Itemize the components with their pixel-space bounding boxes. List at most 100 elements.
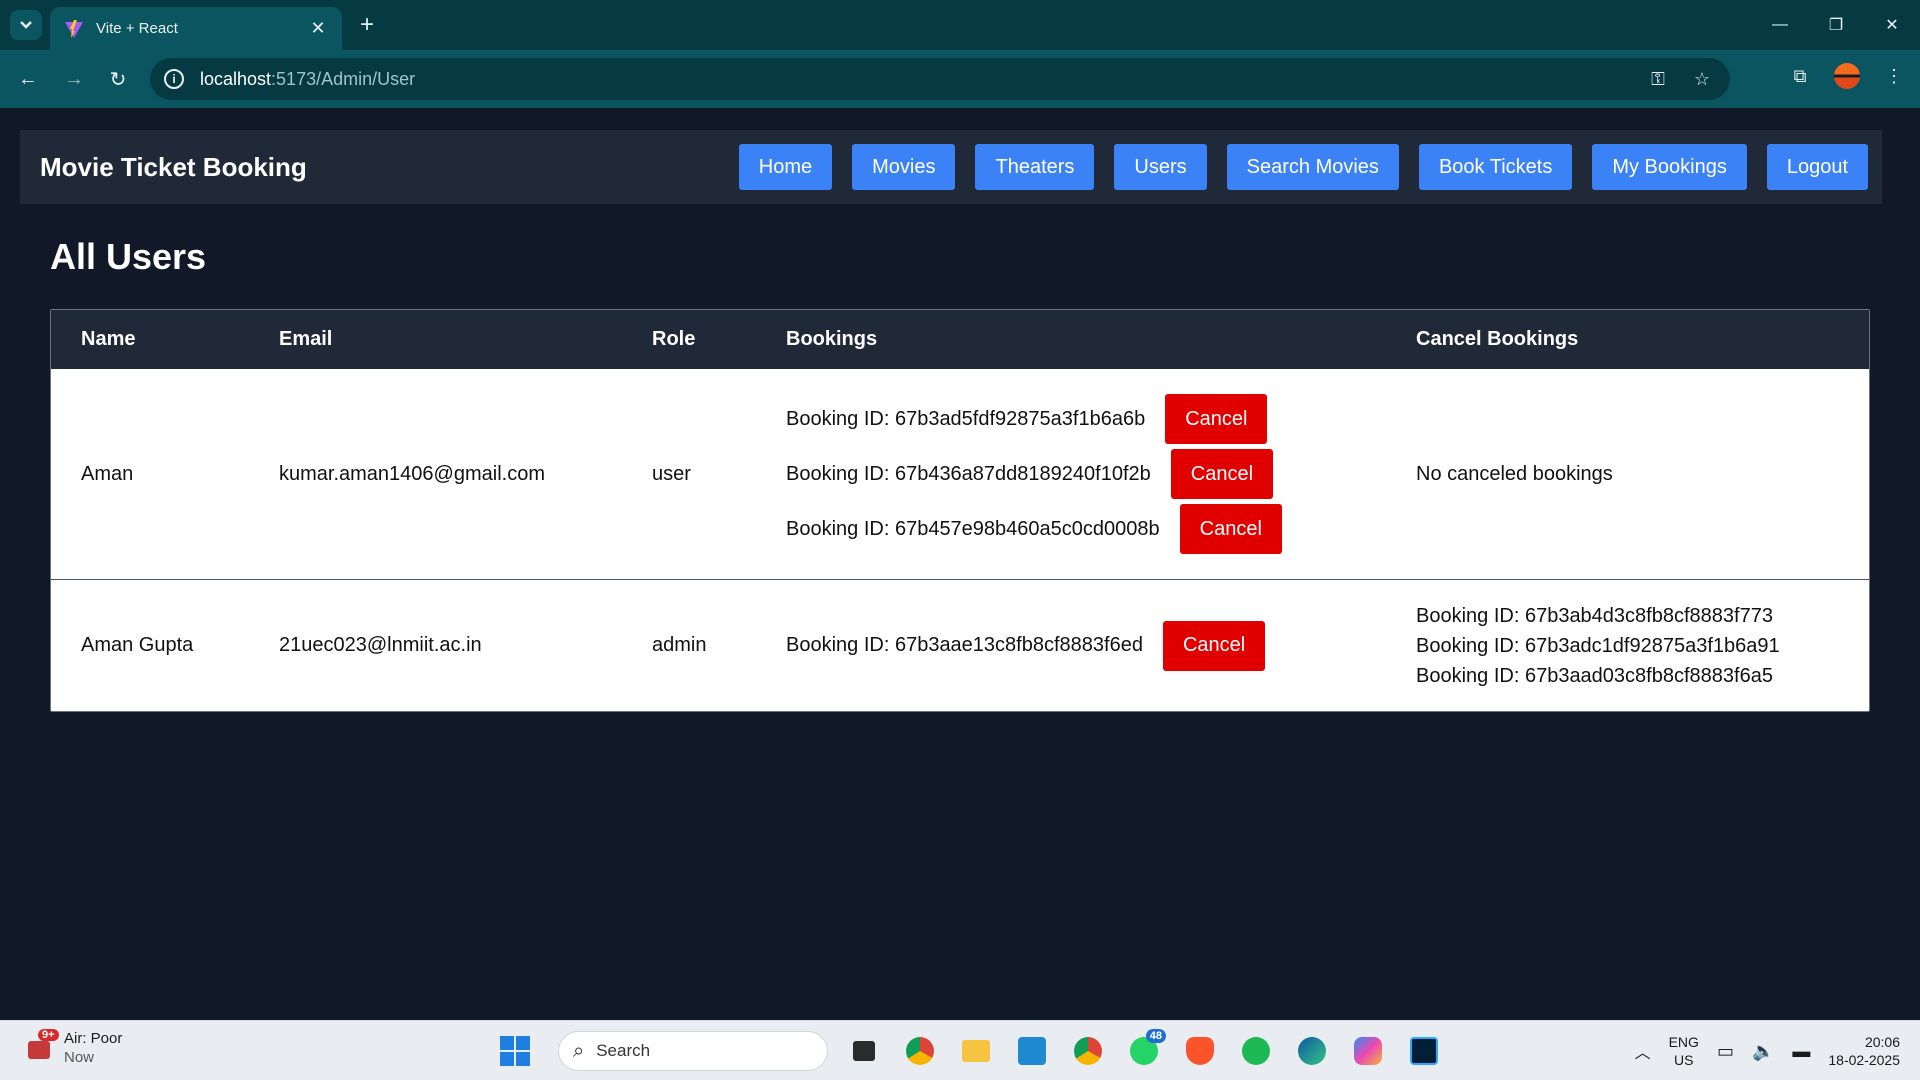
air-quality-icon: 9+ <box>24 1029 59 1063</box>
vscode-icon[interactable] <box>1012 1031 1052 1071</box>
copilot-icon[interactable] <box>1348 1031 1388 1071</box>
header-name: Name <box>81 328 136 350</box>
minimize-icon[interactable]: — <box>1752 0 1808 50</box>
users-table: Name Email Role Bookings Cancel Bookings… <box>50 309 1870 712</box>
photoshop-icon[interactable] <box>1404 1031 1444 1071</box>
browser-tabbar: Vite + React ✕ + — ❐ ✕ <box>0 0 1920 50</box>
user-email: 21uec023@lnmiit.ac.in <box>279 634 482 656</box>
windows-taskbar: 9+ Air: Poor Now ⌕ Search 48 ︿ ENG US ▭ … <box>0 1020 1920 1080</box>
cancel-booking-button[interactable]: Cancel <box>1162 620 1266 671</box>
weather-subtitle: Now <box>64 1049 95 1066</box>
close-window-icon[interactable]: ✕ <box>1864 0 1920 50</box>
clock-date: 18-02-2025 <box>1828 1052 1900 1068</box>
weather-badge: 9+ <box>38 1029 59 1041</box>
weather-widget[interactable]: 9+ Air: Poor Now <box>24 1029 122 1067</box>
profile-avatar[interactable] <box>1834 63 1860 89</box>
nav-movies-button[interactable]: Movies <box>852 144 956 190</box>
page-content: Movie Ticket Booking Home Movies Theater… <box>0 108 1920 1020</box>
clock[interactable]: 20:06 18-02-2025 <box>1828 1033 1900 1069</box>
user-email: kumar.aman1406@gmail.com <box>279 462 545 485</box>
chrome-profile-icon[interactable] <box>1068 1031 1108 1071</box>
close-tab-icon[interactable]: ✕ <box>308 18 328 39</box>
file-explorer-icon[interactable] <box>956 1031 996 1071</box>
booking-item: Booking ID: 67b457e98b460a5c0cd0008b Can… <box>786 504 1416 554</box>
nav-users-button[interactable]: Users <box>1114 144 1207 190</box>
back-arrow-icon[interactable]: ← <box>12 63 44 95</box>
site-info-icon[interactable]: i <box>164 69 184 89</box>
brave-icon[interactable] <box>1180 1031 1220 1071</box>
booking-id: Booking ID: 67b3ad5fdf92875a3f1b6a6b <box>786 407 1146 430</box>
weather-text: Air: Poor Now <box>64 1029 122 1067</box>
brand-title: Movie Ticket Booking <box>40 151 307 182</box>
canceled-bookings-list: Booking ID: 67b3ab4d3c8fb8cf8883f773 Boo… <box>1416 601 1869 691</box>
booking-id: Booking ID: 67b436a87dd8189240f10f2b <box>786 462 1151 485</box>
nav-my-bookings-button[interactable]: My Bookings <box>1592 144 1747 190</box>
forward-arrow-icon[interactable]: → <box>58 63 90 95</box>
header-email: Email <box>279 328 333 350</box>
booking-id: Booking ID: 67b457e98b460a5c0cd0008b <box>786 517 1160 540</box>
chrome-icon[interactable] <box>900 1031 940 1071</box>
battery-icon[interactable]: ▬ <box>1792 1041 1810 1062</box>
table-header: Name Email Role Bookings Cancel Bookings <box>51 310 1869 369</box>
app-navbar: Movie Ticket Booking Home Movies Theater… <box>20 130 1882 204</box>
browser-tab[interactable]: Vite + React ✕ <box>50 7 342 50</box>
tab-search-button[interactable] <box>10 10 42 40</box>
canceled-booking-id: Booking ID: 67b3ab4d3c8fb8cf8883f773 <box>1416 604 1773 627</box>
nav-search-movies-button[interactable]: Search Movies <box>1226 144 1399 190</box>
header-role: Role <box>652 328 696 350</box>
clock-time: 20:06 <box>1864 1034 1900 1050</box>
header-cancel-bookings: Cancel Bookings <box>1416 328 1579 350</box>
address-bar[interactable]: i localhost:5173/Admin/User ⚿ ☆ <box>150 58 1730 100</box>
user-role: admin <box>652 634 707 656</box>
search-icon: ⌕ <box>573 1039 585 1062</box>
toolbar-right: ⧉ ⋮ <box>1788 63 1906 89</box>
spotify-icon[interactable] <box>1236 1031 1276 1071</box>
booking-id: Booking ID: 67b3aae13c8fb8cf8883f6ed <box>786 634 1143 656</box>
edge-icon[interactable] <box>1292 1031 1332 1071</box>
nav-home-button[interactable]: Home <box>738 144 833 190</box>
cancel-booking-button[interactable]: Cancel <box>1170 449 1274 499</box>
booking-item: Booking ID: 67b436a87dd8189240f10f2b Can… <box>786 449 1416 499</box>
new-tab-button[interactable]: + <box>352 10 382 40</box>
header-bookings: Bookings <box>786 328 878 350</box>
vite-logo-icon <box>65 19 83 38</box>
booking-item: Booking ID: 67b3aae13c8fb8cf8883f6ed Can… <box>786 620 1416 671</box>
bookmark-star-icon[interactable]: ☆ <box>1690 69 1714 90</box>
user-role: user <box>652 462 691 485</box>
nav-logout-button[interactable]: Logout <box>1766 144 1868 190</box>
page-title: All Users <box>50 236 207 277</box>
nav-book-tickets-button[interactable]: Book Tickets <box>1418 144 1573 190</box>
window-controls: — ❐ ✕ <box>1752 0 1920 50</box>
chevron-up-icon[interactable]: ︿ <box>1635 1039 1651 1063</box>
canceled-booking-id: Booking ID: 67b3aad03c8fb8cf8883f6a5 <box>1416 664 1773 687</box>
cancel-booking-button[interactable]: Cancel <box>1165 394 1268 444</box>
task-view-icon[interactable] <box>844 1031 884 1071</box>
table-row: Aman kumar.aman1406@gmail.com user Booki… <box>51 369 1869 580</box>
bookings-list: Booking ID: 67b3ad5fdf92875a3f1b6a6b Can… <box>786 389 1416 559</box>
whatsapp-badge: 48 <box>1145 1029 1166 1043</box>
nav-links: Home Movies Theaters Users Search Movies… <box>738 144 1868 190</box>
taskbar-apps: ⌕ Search 48 <box>500 1029 1444 1073</box>
cancel-booking-button[interactable]: Cancel <box>1179 504 1282 554</box>
whatsapp-icon[interactable]: 48 <box>1124 1029 1166 1071</box>
booking-item: Booking ID: 67b3ad5fdf92875a3f1b6a6b Can… <box>786 394 1416 444</box>
chevron-down-icon <box>20 21 32 29</box>
table-row: Aman Gupta 21uec023@lnmiit.ac.in admin B… <box>51 580 1869 711</box>
network-icon[interactable]: ▭ <box>1717 1041 1734 1062</box>
kebab-menu-icon[interactable]: ⋮ <box>1882 66 1906 87</box>
omnibox-actions: ⚿ ☆ <box>1646 58 1714 100</box>
bookings-list: Booking ID: 67b3aae13c8fb8cf8883f6ed Can… <box>786 616 1416 676</box>
restore-icon[interactable]: ❐ <box>1808 0 1864 50</box>
extensions-puzzle-icon[interactable]: ⧉ <box>1788 66 1812 87</box>
user-name: Aman <box>81 462 134 485</box>
weather-title: Air: Poor <box>64 1030 123 1047</box>
language-region: US <box>1674 1052 1694 1068</box>
tab-title: Vite + React <box>96 20 178 37</box>
windows-start-icon[interactable] <box>500 1036 530 1066</box>
password-key-icon[interactable]: ⚿ <box>1646 69 1670 90</box>
nav-theaters-button[interactable]: Theaters <box>975 144 1095 190</box>
volume-icon[interactable]: 🔈 <box>1752 1041 1774 1062</box>
language-indicator[interactable]: ENG US <box>1669 1033 1699 1069</box>
taskbar-search[interactable]: ⌕ Search <box>558 1031 828 1071</box>
reload-icon[interactable]: ↻ <box>102 63 134 95</box>
